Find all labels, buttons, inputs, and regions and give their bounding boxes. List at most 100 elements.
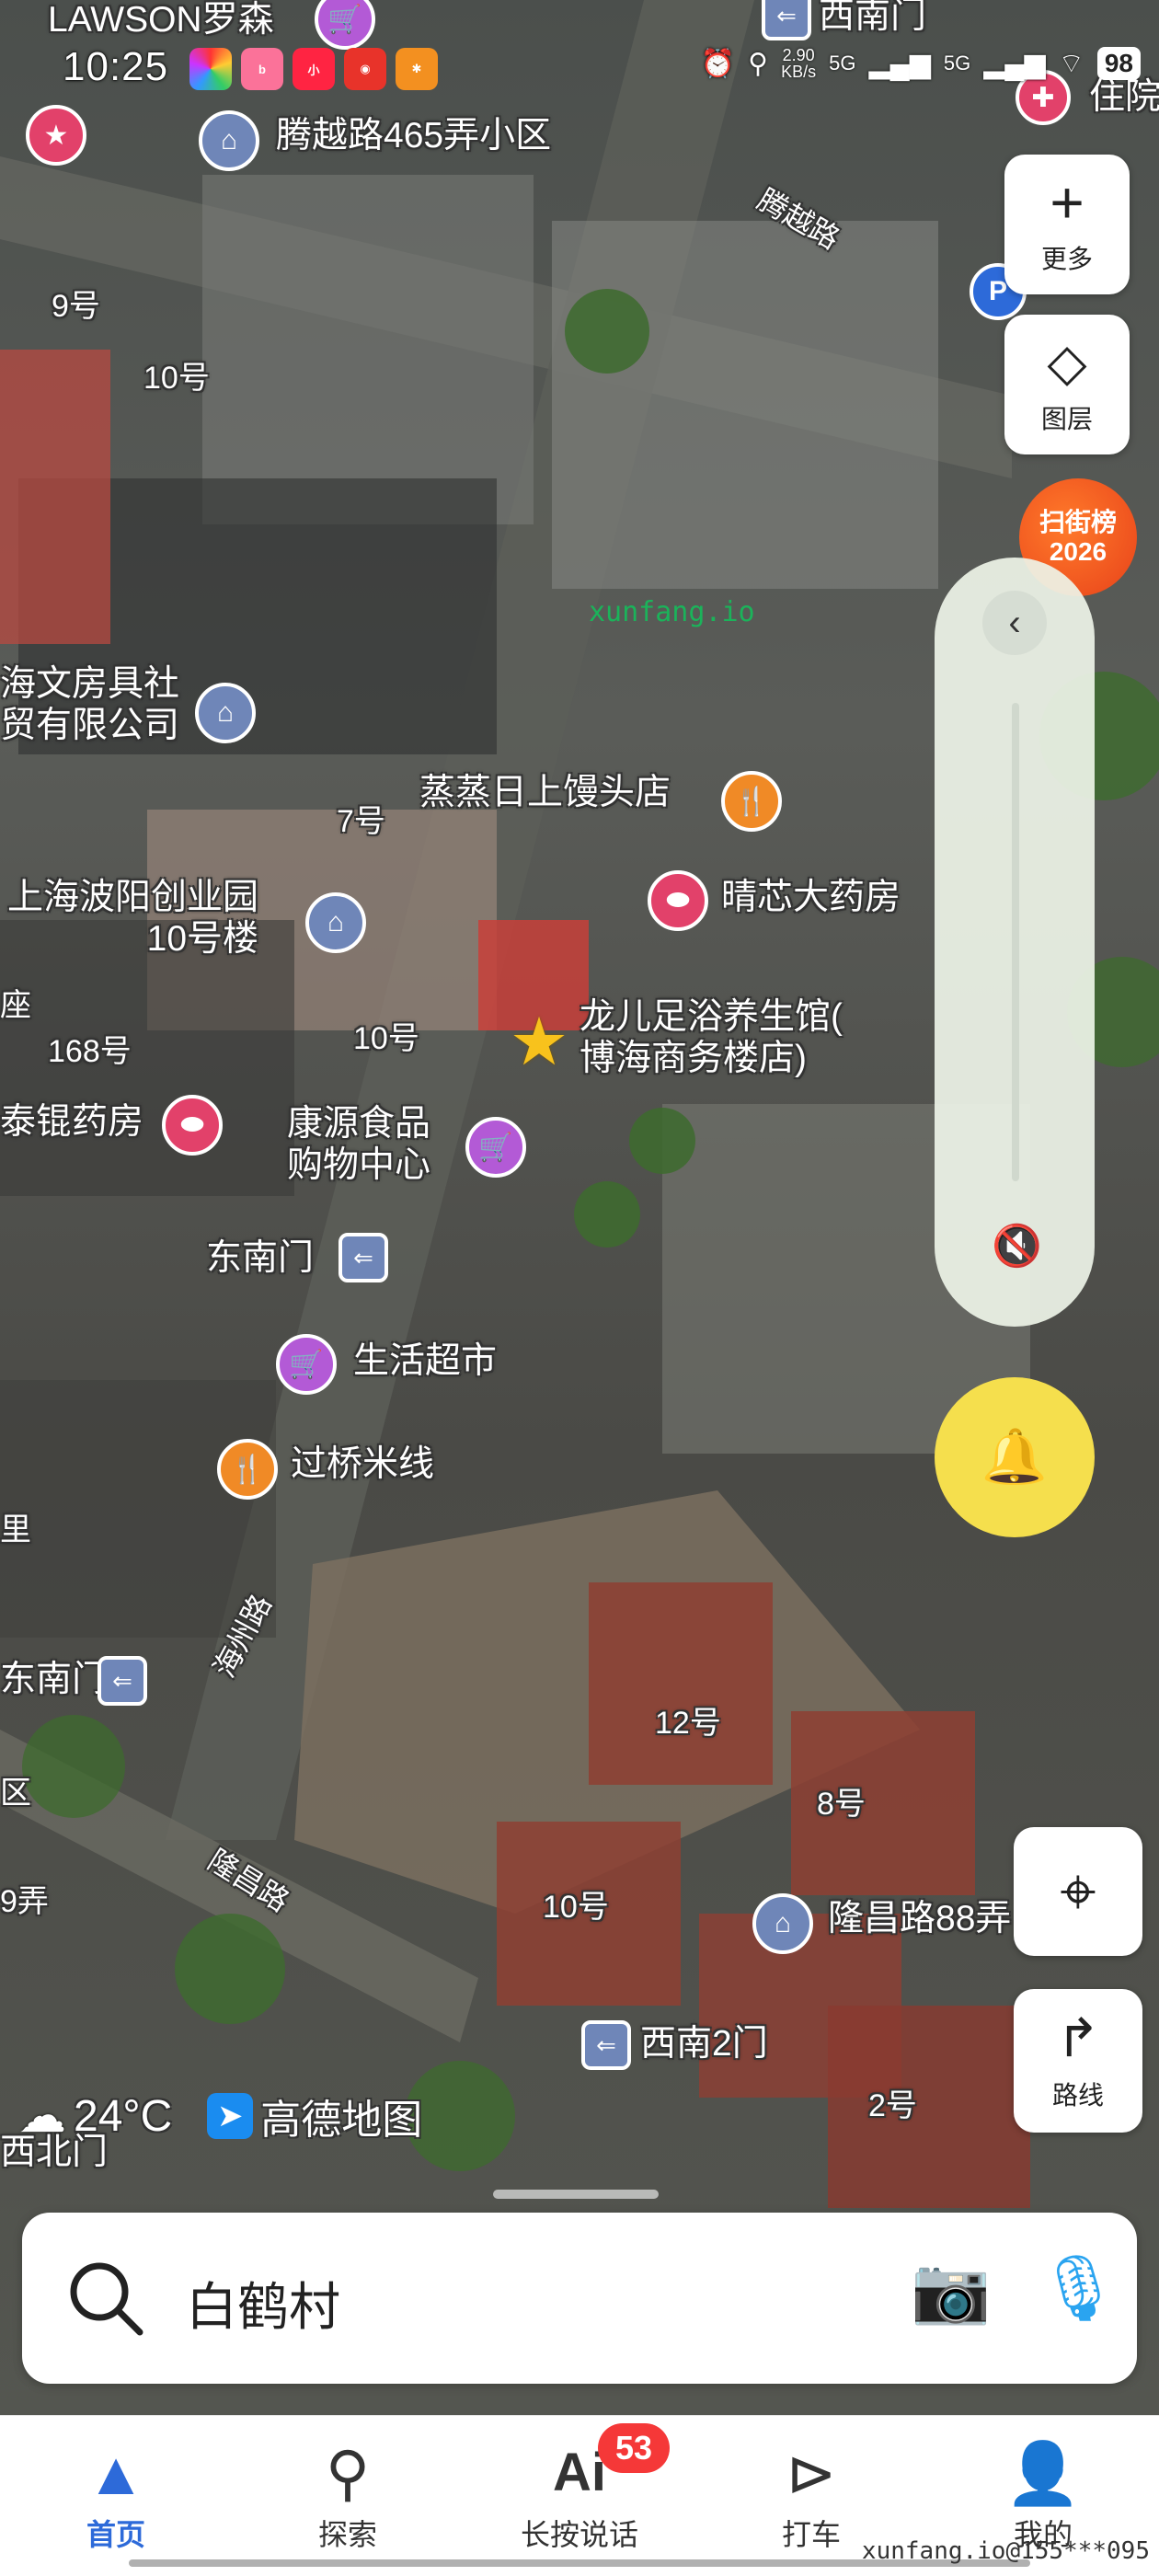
sheet-grabber[interactable] [493, 2190, 659, 2199]
layers-button[interactable]: ◇ 图层 [1004, 315, 1130, 454]
person-icon: 👤 [1004, 2439, 1082, 2507]
map-label-10a: 10号 [143, 361, 210, 396]
selected-star-pin-icon[interactable]: ★ [502, 1005, 576, 1079]
amap-arrow-icon: ➤ [207, 2093, 254, 2139]
residence-pin-icon[interactable]: ⌂ [195, 683, 256, 743]
alarm-icon: ⏰ [700, 48, 736, 79]
map-label-7: 7号 [337, 804, 385, 839]
tab-voice-label: 长按说话 [520, 2518, 638, 2551]
amap-brand: 高德地图 [260, 2098, 423, 2143]
weather-strip: ☁ 24°C ➤ 高德地图 [18, 2087, 422, 2145]
navigation-arrow-icon: ▲ [86, 2439, 146, 2507]
map-label-boyang[interactable]: 上海波阳创业园 10号楼 [7, 878, 258, 960]
map-watermark: xunfang.io [589, 596, 755, 628]
residence-pin-icon[interactable]: ⌂ [305, 892, 366, 953]
tab-taxi-label: 打车 [781, 2518, 841, 2551]
route-label: 路线 [1051, 2081, 1104, 2110]
notification-icons: b 小 ◉ ✱ [189, 48, 438, 90]
layers-icon: ◇ [1047, 333, 1087, 391]
tab-explore[interactable]: ⚲ 探索 [232, 2416, 464, 2576]
gate-icon[interactable]: ⇐ [581, 2020, 631, 2070]
map-label-nanmen-left[interactable]: 东南门 [0, 1660, 108, 1701]
mute-icon[interactable]: 🔇 [992, 1222, 1042, 1270]
map-label-2: 2号 [868, 2088, 917, 2123]
camera-search-icon[interactable]: 📷 [911, 2253, 991, 2329]
map-label-qu: 区 [0, 1776, 31, 1811]
location-icon: ⚲ [748, 48, 769, 79]
net-speed-unit: KB/s [781, 63, 817, 81]
pharmacy-pin-icon[interactable]: ⬬ [162, 1095, 223, 1156]
search-icon [70, 2262, 143, 2336]
status-bar: 10:25 b 小 ◉ ✱ ⏰ ⚲ 2.90 KB/s 5G ▂▄▆ 5G ▂▄… [0, 0, 1159, 101]
more-label: 更多 [1040, 245, 1093, 273]
map-label-12: 12号 [655, 1706, 721, 1741]
map-label-168: 168号 [48, 1034, 132, 1069]
map-label-guoqiao[interactable]: 过桥米线 [291, 1444, 434, 1486]
map-label-10c: 10号 [543, 1890, 609, 1925]
map-label-zuo: 座 [0, 988, 31, 1023]
search-query[interactable]: 白鹤村 [186, 2266, 340, 2340]
gate-icon[interactable]: ⇐ [339, 1233, 388, 1282]
volume-slider-track[interactable] [1012, 703, 1019, 1181]
map-label-xinan2[interactable]: 西南2门 [640, 2024, 768, 2065]
gate-icon[interactable]: ⇐ [98, 1656, 147, 1706]
xiaohongshu-app-icon: 小 [293, 48, 335, 90]
footer-watermark: xunfang.io@155***095 [861, 2537, 1150, 2565]
locate-button[interactable]: ⌖ [1014, 1827, 1142, 1956]
bell-icon: 🔔 [981, 1427, 1049, 1487]
map-label-9: 9号 [52, 289, 100, 324]
route-arrow-icon: ↱ [1055, 2008, 1101, 2068]
tab-voice[interactable]: Ai 长按说话 53 [464, 2416, 695, 2576]
map-label-yaofang[interactable]: 晴芯大药房 [721, 878, 901, 919]
notification-badge: 53 [598, 2423, 670, 2473]
plus-icon: + [1050, 169, 1084, 236]
map-label-dongnanmen[interactable]: 东南门 [206, 1238, 314, 1280]
route-button[interactable]: ↱ 路线 [1014, 1989, 1142, 2133]
scan-label-line2: 2026 [1049, 537, 1107, 566]
residence-pin-icon[interactable]: ⌂ [752, 1893, 813, 1954]
shop-pin-icon[interactable]: 🛒 [276, 1334, 337, 1395]
pharmacy-pin-icon[interactable]: ⬬ [648, 870, 708, 931]
signal-bars-icon: ▂▄▆ [983, 48, 1046, 79]
map-label-tengyue465[interactable]: 腾越路465弄小区 [276, 116, 551, 157]
clock: 10:25 [63, 44, 169, 89]
shop-pin-icon[interactable]: 🛒 [465, 1117, 526, 1178]
map-label-shenghuo[interactable]: 生活超市 [353, 1341, 497, 1383]
search-bar[interactable]: 白鹤村 📷 🎙 [22, 2213, 1137, 2384]
taxi-icon: ⊳ [786, 2439, 837, 2507]
map-label-taikun[interactable]: 泰锟药房 [0, 1102, 143, 1144]
map-label-longchang88[interactable]: 隆昌路88弄 [828, 1899, 1011, 1940]
chevron-left-icon[interactable]: ‹ [982, 591, 1047, 655]
volume-panel[interactable]: ‹ 🔇 [935, 558, 1095, 1327]
cloud-rain-icon: ☁ [18, 2089, 66, 2143]
status-right: ⏰ ⚲ 2.90 KB/s 5G ▂▄▆ 5G ▂▄▆ ⌔ 98 [701, 46, 1141, 81]
signal-2: 5G [943, 52, 971, 75]
network-speed: 2.90 KB/s [781, 47, 816, 80]
more-button[interactable]: + 更多 [1004, 155, 1130, 294]
tab-explore-label: 探索 [317, 2518, 377, 2551]
map-label-kangyuan[interactable]: 康源食品 购物中心 [287, 1104, 430, 1187]
favorite-star-pin-icon[interactable]: ★ [26, 105, 86, 166]
map-label-10b: 10号 [353, 1021, 419, 1056]
signal-bars-icon: ▂▄▆ [868, 48, 931, 79]
map-label-9long: 9弄 [0, 1884, 49, 1919]
signal-1: 5G [829, 52, 856, 75]
map-label-zuyu[interactable]: 龙儿足浴养生馆( 博海商务楼店) [580, 997, 843, 1080]
tab-home[interactable]: ▲ 首页 [0, 2416, 232, 2576]
residence-pin-icon[interactable]: ⌂ [199, 110, 259, 171]
notification-bell-button[interactable]: 🔔 [935, 1377, 1095, 1537]
map-pin-icon: ⚲ [325, 2439, 371, 2507]
map-label-wenju[interactable]: 海文房具社 贸有限公司 [0, 664, 179, 747]
food-pin-icon[interactable]: 🍴 [721, 771, 782, 832]
crosshair-icon: ⌖ [1060, 1856, 1096, 1927]
scan-label-line1: 扫街榜 [1039, 507, 1117, 536]
taobao-app-icon: ✱ [396, 48, 438, 90]
layers-label: 图层 [1040, 405, 1093, 433]
food-pin-icon[interactable]: 🍴 [217, 1439, 278, 1500]
map-label-mantou[interactable]: 蒸蒸日上馒头店 [419, 773, 671, 814]
dianping-app-icon: ◉ [344, 48, 386, 90]
photos-app-icon [189, 48, 232, 90]
microphone-icon[interactable]: 🎙 [1038, 2251, 1119, 2327]
map-label-8: 8号 [817, 1787, 866, 1822]
wifi-icon: ⌔ [1058, 49, 1084, 79]
